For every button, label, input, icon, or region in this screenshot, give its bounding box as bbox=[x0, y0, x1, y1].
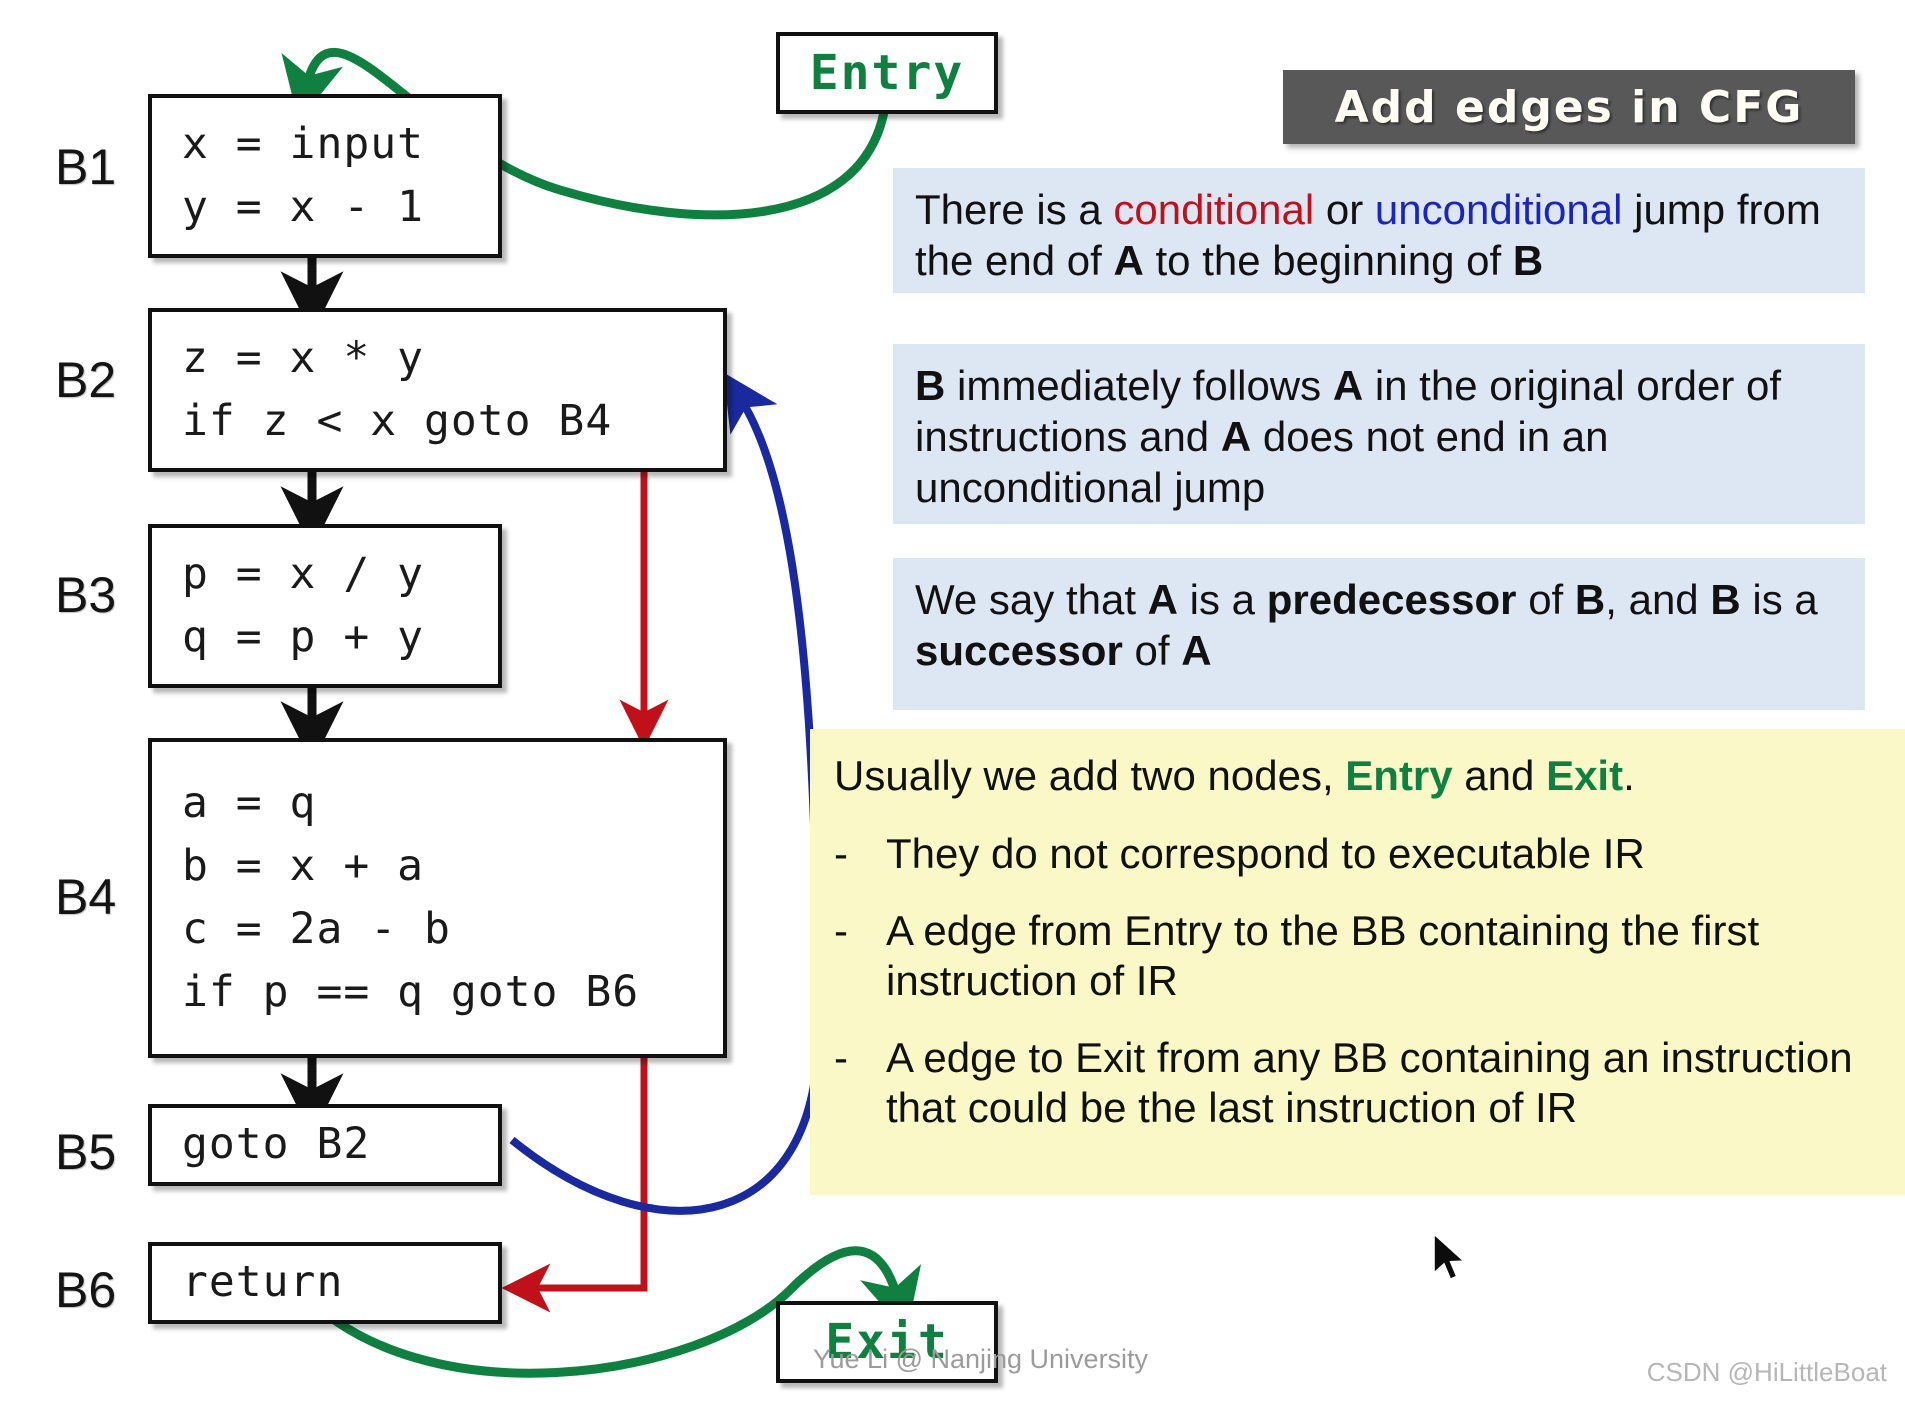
basic-block-b2: z = x * y if z < x goto B4 bbox=[148, 308, 727, 472]
yellow-bullet-1: - They do not correspond to executable I… bbox=[834, 829, 1879, 879]
csdn-watermark: CSDN @HiLittleBoat bbox=[1646, 1357, 1887, 1387]
basic-block-b4: a = q b = x + a c = 2a - b if p == q got… bbox=[148, 738, 727, 1058]
basic-block-b3: p = x / y q = p + y bbox=[148, 524, 502, 688]
author-watermark: Yue Li @ Nanjing University bbox=[813, 1344, 1149, 1374]
note3-part3: of bbox=[1516, 576, 1575, 623]
note1-a: A bbox=[1113, 237, 1144, 285]
cfg-entry-label: Entry bbox=[809, 45, 965, 101]
slide-title-banner: Add edges in CFG bbox=[1283, 70, 1855, 144]
cfg-entry-node: Entry bbox=[776, 32, 998, 114]
mouse-pointer-icon bbox=[1433, 1232, 1466, 1281]
note1-conditional: conditional bbox=[1113, 186, 1315, 233]
note-box-predecessor-successor: We say that A is a predecessor of B, and… bbox=[893, 558, 1865, 710]
block-code-b6: return bbox=[182, 1257, 344, 1308]
note3-a2: A bbox=[1181, 627, 1212, 675]
note-box-entry-exit: Usually we add two nodes, Entry and Exit… bbox=[810, 729, 1905, 1195]
bullet-dash-1: - bbox=[834, 829, 848, 877]
bullet-dash-2: - bbox=[834, 907, 848, 955]
edge-b4-b6-conditional bbox=[501, 1058, 648, 1313]
bullet-text-2: A edge from Entry to the BB containing t… bbox=[886, 907, 1760, 1004]
block-code-b5: goto B2 bbox=[182, 1119, 371, 1170]
note1-b: B bbox=[1512, 237, 1544, 285]
note3-a1: A bbox=[1147, 576, 1179, 623]
yellow-bullet-2: - A edge from Entry to the BB containing… bbox=[834, 906, 1879, 1005]
note2-a1: A bbox=[1332, 362, 1364, 409]
note-box-immediate-follow: B immediately follows A in the original … bbox=[893, 344, 1865, 524]
block-code-b2: z = x * y if z < x goto B4 bbox=[182, 332, 613, 446]
yellow-bullet-3: - A edge to Exit from any BB containing … bbox=[834, 1033, 1879, 1132]
block-label-b3: B3 bbox=[55, 567, 117, 623]
note3-part1: We say that bbox=[915, 576, 1148, 623]
block-code-b4: a = q b = x + a c = 2a - b if p == q got… bbox=[182, 777, 640, 1018]
bullet-text-3: A edge to Exit from any BB containing an… bbox=[886, 1034, 1853, 1131]
basic-block-b1: x = input y = x - 1 bbox=[148, 94, 502, 258]
note3-part5: is a bbox=[1740, 576, 1818, 623]
note3-part2: is a bbox=[1178, 576, 1267, 623]
yellow-lead-part1: Usually we add two nodes, bbox=[834, 752, 1346, 799]
note3-successor: successor bbox=[915, 627, 1123, 675]
note1-unconditional: unconditional bbox=[1374, 186, 1623, 233]
slide-title-text: Add edges in CFG bbox=[1334, 81, 1804, 133]
block-code-b3: p = x / y q = p + y bbox=[182, 548, 424, 662]
yellow-lead-period: . bbox=[1623, 752, 1635, 799]
note3-predecessor: predecessor bbox=[1266, 576, 1517, 623]
note3-part6: of bbox=[1122, 627, 1182, 675]
basic-block-b6: return bbox=[148, 1242, 502, 1324]
note2-b: B bbox=[915, 362, 946, 409]
block-code-b1: x = input y = x - 1 bbox=[182, 118, 424, 232]
note-box-conditional-jump: There is a conditional or unconditional … bbox=[893, 168, 1865, 293]
block-label-b6: B6 bbox=[55, 1262, 117, 1318]
block-label-b2: B2 bbox=[55, 352, 117, 408]
note3-b1: B bbox=[1574, 576, 1606, 623]
note3-part4: , and bbox=[1605, 576, 1711, 623]
block-label-b5: B5 bbox=[55, 1124, 117, 1180]
yellow-lead-entry: Entry bbox=[1345, 752, 1453, 799]
note1-part4: to the beginning of bbox=[1143, 237, 1513, 285]
block-label-b1: B1 bbox=[55, 139, 117, 195]
note2-a2: A bbox=[1220, 413, 1252, 461]
yellow-lead-and: and bbox=[1452, 752, 1547, 799]
yellow-lead-exit: Exit bbox=[1546, 752, 1624, 799]
basic-block-b5: goto B2 bbox=[148, 1104, 502, 1186]
note3-b2: B bbox=[1710, 576, 1741, 623]
bullet-dash-3: - bbox=[834, 1034, 848, 1082]
note1-part2: or bbox=[1314, 186, 1375, 233]
note2-part1: immediately follows bbox=[945, 362, 1333, 409]
slide-canvas: B1 x = input y = x - 1 B2 z = x * y if z… bbox=[0, 0, 1905, 1404]
bullet-text-1: They do not correspond to executable IR bbox=[886, 829, 1645, 877]
note1-part1: There is a bbox=[915, 186, 1114, 233]
yellow-lead-line: Usually we add two nodes, Entry and Exit… bbox=[834, 751, 1879, 801]
block-label-b4: B4 bbox=[55, 869, 117, 925]
